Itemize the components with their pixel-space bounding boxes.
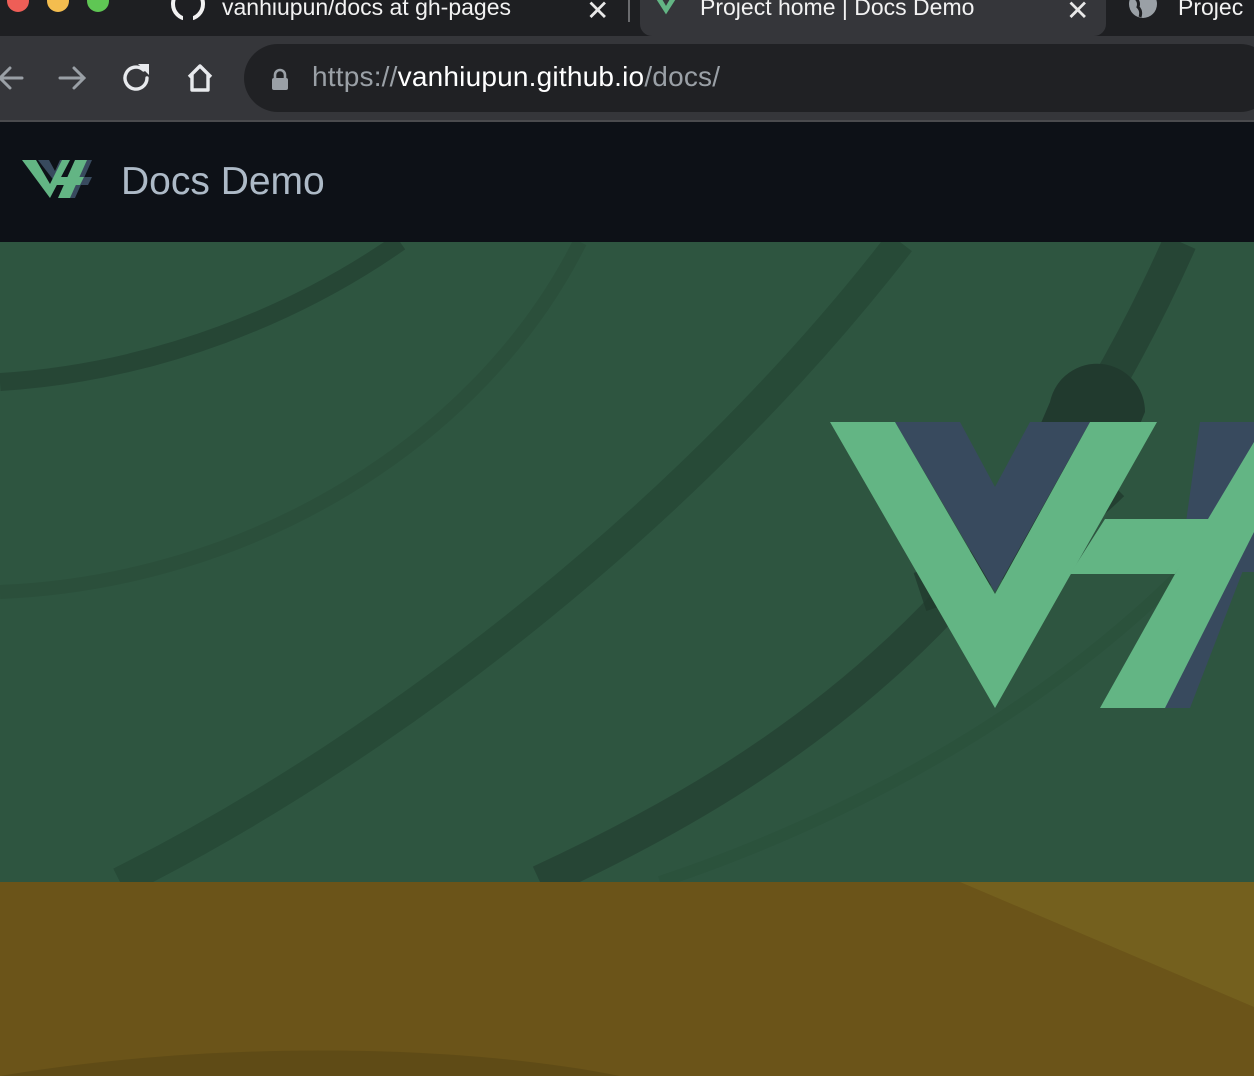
tab-title: Project home | Docs Demo	[700, 0, 975, 20]
vh-logo-icon	[22, 160, 92, 198]
section-band	[0, 882, 1254, 1076]
lock-icon	[270, 68, 290, 90]
address-bar[interactable]: https://vanhiupun.github.io/docs/	[244, 44, 1254, 112]
site-logo[interactable]	[22, 160, 92, 204]
tab-project[interactable]: Projec	[1126, 0, 1254, 36]
forward-button[interactable]	[52, 58, 92, 98]
tab-separator	[628, 0, 630, 22]
home-icon	[187, 64, 213, 92]
url-host: vanhiupun.github.io	[397, 61, 645, 92]
browser-toolbar: https://vanhiupun.github.io/docs/	[0, 36, 1254, 120]
back-button[interactable]	[0, 58, 32, 98]
site-navbar: Docs Demo	[0, 122, 1254, 242]
site-title[interactable]: Docs Demo	[121, 160, 325, 204]
tab-github[interactable]: vanhiupun/docs at gh-pages ✕	[170, 0, 630, 36]
hero-banner	[0, 242, 1254, 882]
close-window-button[interactable]	[7, 0, 29, 12]
reload-icon	[123, 64, 149, 91]
tab-project-home[interactable]: Project home | Docs Demo ✕	[640, 0, 1106, 36]
arrow-right-icon	[58, 66, 87, 90]
minimize-window-button[interactable]	[47, 0, 69, 12]
tab-title: Projec	[1178, 0, 1244, 20]
band-background-art	[0, 882, 1254, 1076]
close-tab-icon[interactable]: ✕	[1066, 0, 1089, 27]
home-button[interactable]	[180, 58, 220, 98]
arrow-left-icon	[0, 66, 24, 90]
reload-button[interactable]	[116, 58, 156, 98]
url-scheme: https://	[312, 61, 398, 92]
maximize-window-button[interactable]	[87, 0, 109, 12]
hero-background-art	[0, 242, 1254, 882]
url-text: https://vanhiupun.github.io/docs/	[312, 61, 720, 93]
browser-tab-strip: vanhiupun/docs at gh-pages ✕ Project hom…	[0, 0, 1254, 36]
globe-icon	[1126, 0, 1160, 27]
url-path: /docs/	[644, 61, 721, 92]
github-icon	[170, 0, 206, 28]
vh-logo-icon	[654, 0, 684, 21]
tab-title: vanhiupun/docs at gh-pages	[222, 0, 511, 20]
close-tab-icon[interactable]: ✕	[586, 0, 609, 27]
